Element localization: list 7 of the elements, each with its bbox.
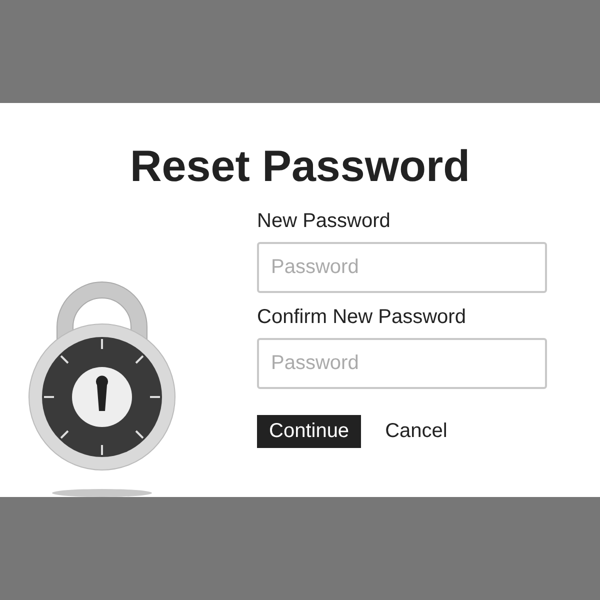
password-field[interactable]: Password: [257, 338, 547, 389]
page-title: Reset Password: [129, 141, 471, 193]
field-label: New Password: [257, 209, 392, 234]
continue-button[interactable]: Continue: [257, 415, 362, 448]
cancel-button[interactable]: Cancel: [385, 415, 448, 448]
password-field[interactable]: Password: [257, 242, 547, 293]
field-label: Confirm New Password: [257, 305, 467, 330]
